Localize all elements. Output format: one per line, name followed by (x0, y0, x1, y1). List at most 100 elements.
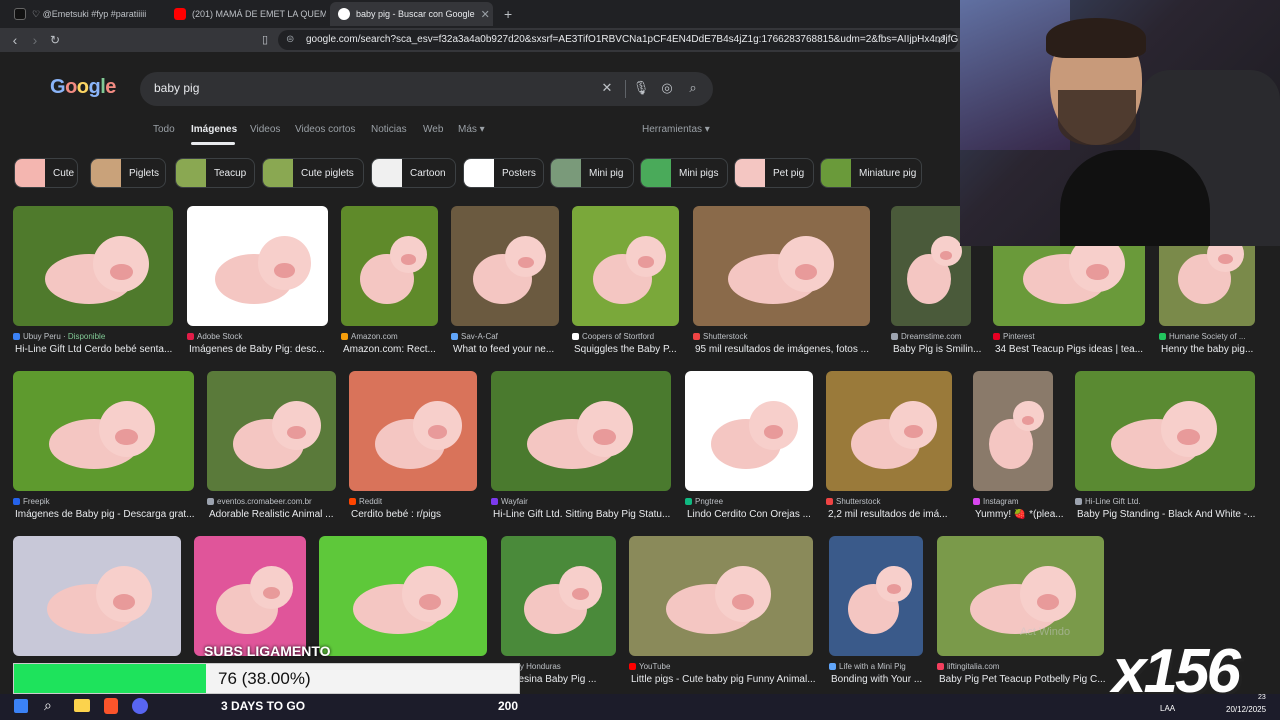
back-icon[interactable]: ‹ (6, 31, 24, 49)
tools-button[interactable]: Herramientas ▾ (642, 124, 710, 135)
image-result[interactable] (207, 371, 336, 491)
result-source[interactable]: Hi-Line Gift Ltd. (1075, 497, 1265, 506)
browser-tab-3[interactable]: baby pig - Buscar con Google ✕ (330, 2, 493, 26)
image-result[interactable] (349, 371, 477, 491)
result-source[interactable]: Coopers of Stortford (572, 332, 689, 341)
image-result[interactable] (693, 206, 870, 326)
chip-cute-piglets[interactable]: Cute piglets (262, 158, 364, 188)
image-result[interactable] (572, 206, 679, 326)
chip-cartoon[interactable]: Cartoon (371, 158, 456, 188)
result-title[interactable]: Adorable Realistic Animal ... (209, 509, 352, 520)
tab-videos[interactable]: Videos (250, 124, 280, 135)
image-result[interactable] (973, 371, 1053, 491)
result-title[interactable]: Imágenes de Baby pig - Descarga grat... (15, 509, 210, 520)
search-input[interactable]: baby pig (154, 81, 199, 95)
result-source[interactable]: Shutterstock (693, 332, 880, 341)
discord-icon[interactable] (132, 698, 148, 714)
chip-pet-pig[interactable]: Pet pig (734, 158, 814, 188)
tab-videos-cortos[interactable]: Videos cortos (295, 124, 355, 135)
result-title[interactable]: Bonding with Your ... (831, 674, 939, 685)
language-indicator[interactable]: LAA (1160, 704, 1175, 713)
chip-piglets[interactable]: Piglets (90, 158, 166, 188)
tab-todo[interactable]: Todo (153, 124, 175, 135)
chip-cute[interactable]: Cute (14, 158, 78, 188)
image-result[interactable] (194, 536, 306, 656)
result-source[interactable]: Freepik (13, 497, 204, 506)
result-title[interactable]: Baby Pig is Smilin... (893, 344, 987, 355)
image-result[interactable] (341, 206, 438, 326)
lens-icon[interactable]: ◎ (658, 80, 676, 96)
image-result[interactable] (13, 206, 173, 326)
tab-mas[interactable]: Más ▾ (458, 124, 485, 135)
tab-web[interactable]: Web (423, 124, 443, 135)
image-result[interactable] (629, 536, 813, 656)
result-source[interactable]: Pngtree (685, 497, 823, 506)
reload-icon[interactable]: ↻ (46, 31, 64, 49)
browser-tab-1[interactable]: ♡ @Emetsuki #fyp #paratiiiii (6, 2, 164, 26)
result-source[interactable]: Pinterest (993, 332, 1155, 341)
chip-mini-pig[interactable]: Mini pig (550, 158, 634, 188)
image-result[interactable] (13, 371, 194, 491)
result-source[interactable]: YouTube (629, 662, 823, 671)
result-source[interactable]: Dreamstime.com (891, 332, 981, 341)
result-source[interactable]: eventos.cromabeer.com.br (207, 497, 346, 506)
bookmark-icon[interactable]: ▯ (256, 31, 274, 49)
result-title[interactable]: Little pigs - Cute baby pig Funny Animal… (631, 674, 829, 685)
result-title[interactable]: 95 mil resultados de imágenes, fotos ... (695, 344, 886, 355)
result-title[interactable]: Baby Pig Standing - Black And White -... (1077, 509, 1271, 520)
result-title[interactable]: 34 Best Teacup Pigs ideas | tea... (995, 344, 1161, 355)
result-title[interactable]: Amazon.com: Rect... (343, 344, 454, 355)
result-source[interactable]: Adobe Stock (187, 332, 338, 341)
result-source[interactable]: Amazon.com (341, 332, 448, 341)
address-bar[interactable]: ⊜ google.com/search?sca_esv=f32a3a4a0b92… (278, 30, 958, 50)
chip-teacup[interactable]: Teacup (175, 158, 255, 188)
result-source[interactable]: Shutterstock (826, 497, 962, 506)
image-result[interactable] (1075, 371, 1255, 491)
new-tab-button[interactable]: + (496, 2, 516, 26)
result-title[interactable]: Baby Pig Pet Teacup Potbelly Pig C... (939, 674, 1120, 685)
image-result[interactable] (491, 371, 671, 491)
result-title[interactable]: Cerdito bebé : r/pigs (351, 509, 493, 520)
clear-icon[interactable]: ✕ (598, 80, 616, 96)
result-title[interactable]: Hi-Line Gift Ltd Cerdo bebé senta... (15, 344, 189, 355)
result-source[interactable]: Instagram (973, 497, 1063, 506)
result-title[interactable]: Hi-Line Gift Ltd. Sitting Baby Pig Statu… (493, 509, 687, 520)
browser-tab-2[interactable]: (201) MAMÁ DE EMET LA QUEMA EN (166, 2, 326, 26)
result-title[interactable]: What to feed your ne... (453, 344, 575, 355)
chip-posters[interactable]: Posters (463, 158, 544, 188)
result-source[interactable]: Life with a Mini Pig (829, 662, 933, 671)
tab-imagenes[interactable]: Imágenes (191, 124, 237, 135)
brave-icon[interactable] (104, 698, 118, 714)
forward-icon[interactable]: › (26, 31, 44, 49)
widgets-icon[interactable] (14, 699, 28, 713)
result-source[interactable]: Ubuy Peru · Disponible (13, 332, 183, 341)
result-source[interactable]: Wayfair (491, 497, 681, 506)
result-title[interactable]: Squiggles the Baby P... (574, 344, 695, 355)
result-source[interactable]: Reddit (349, 497, 487, 506)
share-icon[interactable]: ⇗ (932, 31, 950, 49)
result-title[interactable]: Yummy! 🍓 *(plea... (975, 509, 1069, 520)
image-result[interactable] (13, 536, 181, 656)
image-result[interactable] (891, 206, 971, 326)
result-source[interactable]: Sav-A-Caf (451, 332, 569, 341)
result-title[interactable]: Lindo Cerdito Con Orejas ... (687, 509, 829, 520)
tab-noticias[interactable]: Noticias (371, 124, 407, 135)
image-result[interactable] (685, 371, 813, 491)
search-icon[interactable]: ⌕ (44, 697, 52, 714)
search-icon[interactable]: ⌕ (684, 80, 702, 96)
result-title[interactable]: Imágenes de Baby Pig: desc... (189, 344, 344, 355)
result-source[interactable]: Humane Society of ... (1159, 332, 1265, 341)
image-result[interactable] (319, 536, 487, 656)
image-result[interactable] (187, 206, 328, 326)
result-source[interactable]: liftingitalia.com (937, 662, 1114, 671)
microphone-icon[interactable]: 🎙 (632, 80, 650, 96)
image-result[interactable] (501, 536, 616, 656)
chip-mini-pigs[interactable]: Mini pigs (640, 158, 728, 188)
close-tab-icon[interactable]: ✕ (481, 8, 490, 21)
search-box[interactable]: baby pig ✕ 🎙 ◎ ⌕ (140, 72, 713, 106)
image-result[interactable] (829, 536, 923, 656)
result-title[interactable]: 2,2 mil resultados de imá... (828, 509, 968, 520)
google-logo[interactable]: Google (50, 76, 116, 99)
image-result[interactable] (451, 206, 559, 326)
result-title[interactable]: a Resina Baby Pig ... (503, 674, 632, 685)
